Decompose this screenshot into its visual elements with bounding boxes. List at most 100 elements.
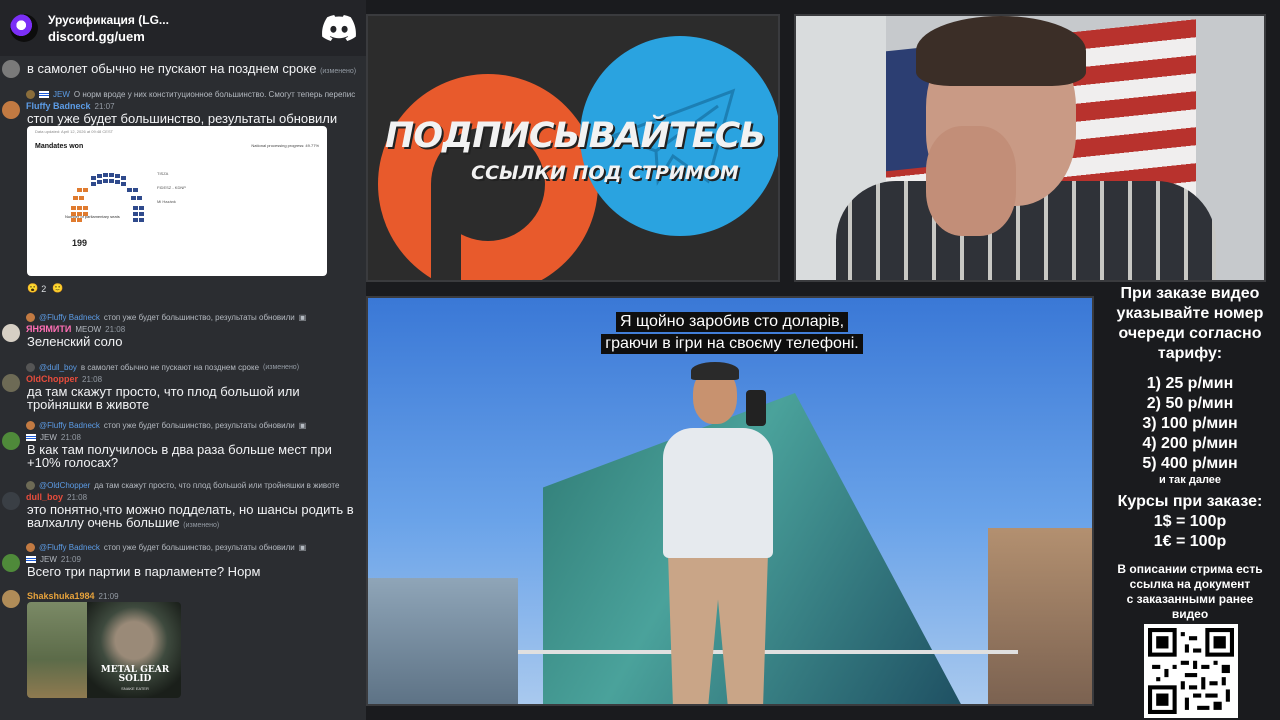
reaction[interactable]: 🙂 (52, 283, 63, 294)
embed-progress: National processing progress: 49.77% (251, 143, 319, 148)
chat-message: Shakshuka1984 21:09 (0, 590, 366, 608)
username[interactable]: Fluffy Badneck (26, 101, 91, 111)
banner-subline: ССЫЛКИ ПОД СТРИМОМ (471, 162, 739, 184)
avatar[interactable] (2, 101, 20, 119)
price-list: 1) 25 р/мин 2) 50 р/мин 3) 100 р/мин 4) … (1100, 374, 1280, 474)
qr-code[interactable] (1144, 624, 1238, 718)
price-etc: и так далее (1158, 474, 1222, 486)
reply-text: стоп уже будет большинство, результаты о… (103, 313, 295, 322)
timestamp: 21:08 (105, 324, 126, 334)
server-name: Урусификация (LG... (48, 12, 169, 27)
info-line: очереди согласно (1118, 325, 1262, 342)
embed-title: Mandates won (35, 143, 84, 150)
avatar[interactable] (2, 590, 20, 608)
reply-text: О норм вроде у них конституционное больш… (73, 90, 356, 99)
reply-username: @Fluffy Badneck (39, 421, 100, 430)
image-icon: ▣ (298, 313, 307, 322)
user-badge: JEW (40, 432, 57, 442)
emoji-icon: 🙂 (52, 283, 64, 293)
edited-marker: (изменено) (263, 364, 300, 371)
avatar (26, 481, 35, 490)
reply-username: @Fluffy Badneck (39, 543, 100, 552)
price-item: 4) 200 р/мин (1142, 435, 1238, 452)
emoji-icon: 😮 (27, 283, 39, 293)
avatar[interactable] (2, 374, 20, 392)
image-icon: ▣ (298, 421, 307, 430)
reaction[interactable]: 😮 2 (27, 283, 46, 294)
reply-preview[interactable]: @Fluffy Badneck стоп уже будет большинств… (0, 312, 366, 323)
chat-message: @dull_boy в самолет обычно не пускают на … (0, 362, 366, 411)
rate-item: 1$ = 100р (1153, 513, 1227, 530)
qr-code-icon (1148, 628, 1234, 714)
embed-data-updated: Data updated: April 12, 2026 at 09:48 CE… (35, 129, 114, 134)
avatar (26, 363, 35, 372)
avatar (26, 90, 35, 99)
embed-total-seats: 199 (72, 238, 88, 248)
main-video: Я щойно заробив сто доларів, граючи в іг… (366, 296, 1094, 706)
username[interactable]: OldChopper (26, 374, 78, 384)
embed-note: Number of parliamentary seats (65, 214, 120, 219)
edited-marker: (изменено) (183, 522, 220, 529)
reply-text: в самолет обычно не пускают на позднем с… (80, 363, 260, 372)
election-results-image[interactable]: Data updated: April 12, 2026 at 09:48 CE… (27, 126, 327, 276)
timestamp: 21:09 (60, 554, 81, 564)
flag-icon (26, 555, 36, 563)
subtitle-line: Я щойно заробив сто доларів, (615, 312, 849, 332)
server-invite-link[interactable]: discord.gg/uem (48, 29, 322, 44)
reply-preview[interactable]: JEW О норм вроде у них конституционное бо… (0, 89, 366, 100)
rates-title: Курсы при заказе: (1117, 493, 1263, 510)
message-text: в самолет обычно не пускают на позднем с… (27, 61, 317, 76)
reply-preview[interactable]: @Fluffy Badneck стоп уже будет большинств… (0, 420, 366, 431)
reply-text: стоп уже будет большинство, результаты о… (103, 543, 295, 552)
avatar[interactable] (2, 432, 20, 450)
reply-username: @OldChopper (39, 481, 91, 490)
price-item: 5) 400 р/мин (1142, 455, 1238, 472)
user-badge: MEOW (75, 324, 102, 334)
chat-message: @Fluffy Badneck стоп уже будет большинств… (0, 312, 366, 348)
server-avatar (10, 14, 38, 42)
rate-item: 1€ = 100р (1153, 533, 1227, 550)
banner-headline: ПОДПИСЫВАЙТЕСЬ (385, 116, 766, 156)
info-line: тарифу: (1157, 345, 1223, 362)
timestamp: 21:08 (82, 374, 103, 384)
stream-layout: Урусификация (LG... discord.gg/uem в сам… (0, 0, 1280, 720)
video-subtitles: Я щойно заробив сто доларів, граючи в іг… (368, 312, 1092, 354)
subscribe-banner: ПОДПИСЫВАЙТЕСЬ ССЫЛКИ ПОД СТРИМОМ (366, 14, 780, 282)
chat-message: @Fluffy Badneck стоп уже будет большинств… (0, 542, 366, 578)
username[interactable]: Shakshuka1984 (27, 591, 95, 601)
message-text: да там скажут просто, что плод большой и… (27, 384, 300, 412)
user-badge: JEW (40, 554, 57, 564)
message-text: Зеленский соло (27, 334, 123, 349)
avatar[interactable] (2, 554, 20, 572)
description-note: В описании стрима есть ссылка на докумен… (1117, 562, 1263, 621)
reply-preview[interactable]: @Fluffy Badneck стоп уже будет большинств… (0, 542, 366, 553)
chat-header: Урусификация (LG... discord.gg/uem (0, 0, 366, 56)
price-item: 2) 50 р/мин (1146, 395, 1234, 412)
reply-preview[interactable]: @OldChopper да там скажут просто, что пло… (0, 480, 366, 491)
party-name: TISZA (157, 170, 169, 176)
reply-username: JEW (53, 90, 70, 99)
subtitle-line: граючи в ігри на своєму телефоні. (601, 334, 863, 354)
game-title: METAL GEAR SOLID (100, 665, 170, 684)
avatar (26, 421, 35, 430)
parliament-seats-chart (71, 173, 144, 222)
attached-image[interactable]: METAL GEAR SOLID SNAKE EATER (27, 602, 181, 698)
timestamp: 21:08 (60, 432, 81, 442)
avatar[interactable] (2, 492, 20, 510)
image-icon: ▣ (298, 543, 307, 552)
username[interactable]: dull_boy (26, 492, 63, 502)
reply-text: стоп уже будет большинство, результаты о… (103, 421, 295, 430)
avatar[interactable] (2, 324, 20, 342)
reply-preview[interactable]: @dull_boy в самолет обычно не пускают на … (0, 362, 366, 373)
reaction-count: 2 (41, 283, 47, 294)
party-name: Mi Hazánk (157, 198, 176, 204)
chat-message: в самолет обычно не пускают на позднем с… (0, 60, 366, 78)
username[interactable]: ЯНЯМИТИ (26, 324, 71, 334)
flag-icon (26, 433, 36, 441)
price-item: 1) 25 р/мин (1146, 375, 1234, 392)
message-text: В как там получилось в два раза больше м… (27, 442, 332, 470)
chat-message: @Fluffy Badneck стоп уже будет большинств… (0, 420, 366, 469)
price-item: 3) 100 р/мин (1142, 415, 1238, 432)
chat-message: @OldChopper да там скажут просто, что пло… (0, 480, 366, 532)
info-line: При заказе видео (1120, 285, 1260, 302)
